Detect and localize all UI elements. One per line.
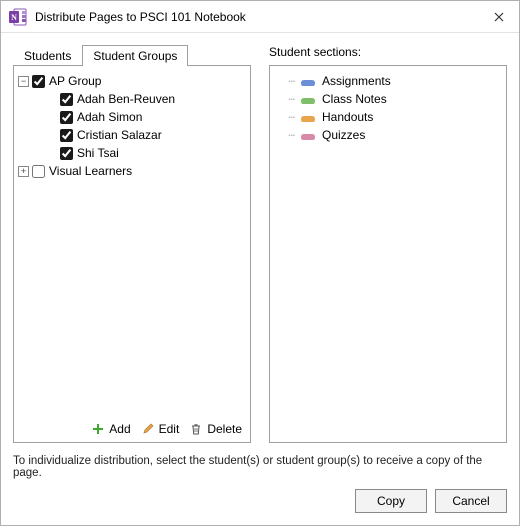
edit-button[interactable]: Edit [141,422,180,436]
cancel-button[interactable]: Cancel [435,489,507,513]
member-checkbox[interactable] [60,129,73,142]
section-row[interactable]: ┄ Class Notes [276,90,500,108]
dialog-buttons: Copy Cancel [13,489,507,515]
member-label: Cristian Salazar [77,126,162,144]
titlebar: N Distribute Pages to PSCI 101 Notebook [1,1,519,33]
window-title: Distribute Pages to PSCI 101 Notebook [35,10,479,24]
section-row[interactable]: ┄ Handouts [276,108,500,126]
tree-body: − AP Group Adah Ben-Reuven Adah [18,72,246,418]
member-checkbox[interactable] [60,111,73,124]
add-label: Add [109,422,130,436]
plus-icon [91,422,105,436]
tree-connector [46,94,57,105]
member-label: Shi Tsai [77,144,119,162]
section-tab-icon [300,129,316,141]
tree-group-row[interactable]: − AP Group [18,72,246,90]
section-tab-icon [300,75,316,87]
tree-connector: ┄ [276,75,294,88]
tree-member-row[interactable]: Shi Tsai [18,144,246,162]
copy-button[interactable]: Copy [355,489,427,513]
tree-connector [46,130,57,141]
tree-member-row[interactable]: Adah Ben-Reuven [18,90,246,108]
section-tab-icon [300,111,316,123]
group-checkbox[interactable] [32,75,45,88]
main-panels: Students Student Groups − AP Group [13,41,507,443]
tree-member-row[interactable]: Cristian Salazar [18,126,246,144]
tree-actions: Add Edit [18,418,246,438]
close-button[interactable] [479,1,519,33]
onenote-icon: N [9,8,27,26]
edit-label: Edit [159,422,180,436]
tree-connector: ┄ [276,129,294,142]
section-tab-icon [300,93,316,105]
member-label: Adah Ben-Reuven [77,90,175,108]
dialog-body: Students Student Groups − AP Group [1,33,519,525]
section-name: Quizzes [322,128,365,142]
group-tree: − AP Group Adah Ben-Reuven Adah [13,65,251,443]
tab-student-groups[interactable]: Student Groups [82,45,188,66]
section-name: Class Notes [322,92,387,106]
member-checkbox[interactable] [60,93,73,106]
tree-connector [46,112,57,123]
expand-icon[interactable]: + [18,166,29,177]
section-name: Handouts [322,110,373,124]
tree-connector: ┄ [276,93,294,106]
tab-students[interactable]: Students [13,45,82,66]
tree-connector: ┄ [276,111,294,124]
dialog-window: N Distribute Pages to PSCI 101 Notebook … [0,0,520,526]
delete-label: Delete [207,422,242,436]
pencil-icon [141,422,155,436]
member-checkbox[interactable] [60,147,73,160]
svg-text:N: N [11,13,17,22]
add-button[interactable]: Add [91,422,130,436]
sections-list: ┄ Assignments ┄ Class Notes [269,65,507,443]
sections-label: Student sections: [269,41,507,65]
tree-group-row[interactable]: + Visual Learners [18,162,246,180]
group-label: AP Group [49,72,101,90]
tree-connector [46,148,57,159]
delete-button[interactable]: Delete [189,422,242,436]
hint-text: To individualize distribution, select th… [13,443,507,489]
section-row[interactable]: ┄ Assignments [276,72,500,90]
group-checkbox[interactable] [32,165,45,178]
trash-icon [189,422,203,436]
tree-member-row[interactable]: Adah Simon [18,108,246,126]
tabs: Students Student Groups [13,41,251,65]
right-pane: Student sections: ┄ Assignments ┄ [269,41,507,443]
member-label: Adah Simon [77,108,142,126]
collapse-icon[interactable]: − [18,76,29,87]
section-row[interactable]: ┄ Quizzes [276,126,500,144]
section-name: Assignments [322,74,391,88]
left-pane: Students Student Groups − AP Group [13,41,251,443]
group-label: Visual Learners [49,162,132,180]
